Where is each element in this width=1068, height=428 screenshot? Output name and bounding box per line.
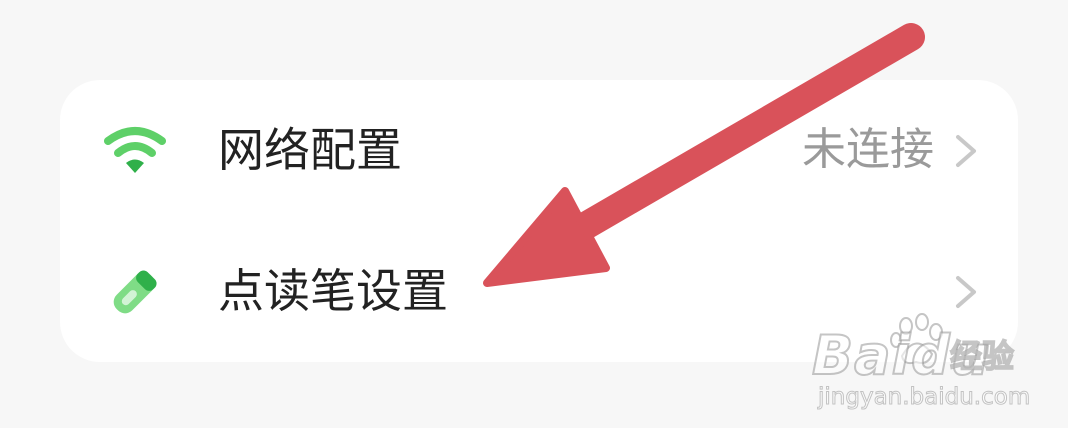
network-config-label: 网络配置	[218, 123, 402, 177]
pen-settings-label: 点读笔设置	[218, 264, 448, 318]
wifi-icon	[104, 127, 166, 173]
connection-status: 未连接	[802, 124, 934, 175]
chevron-right-icon	[956, 135, 976, 167]
network-config-row[interactable]: 网络配置 未连接	[60, 80, 1018, 221]
watermark-url: jingyan.baidu.com	[817, 384, 1031, 411]
watermark-sub: 经验	[949, 336, 1015, 376]
pen-icon	[113, 270, 157, 314]
chevron-right-icon	[956, 276, 976, 308]
baidu-watermark: Baidu 经验 jingyan.baidu.com	[800, 308, 1031, 418]
